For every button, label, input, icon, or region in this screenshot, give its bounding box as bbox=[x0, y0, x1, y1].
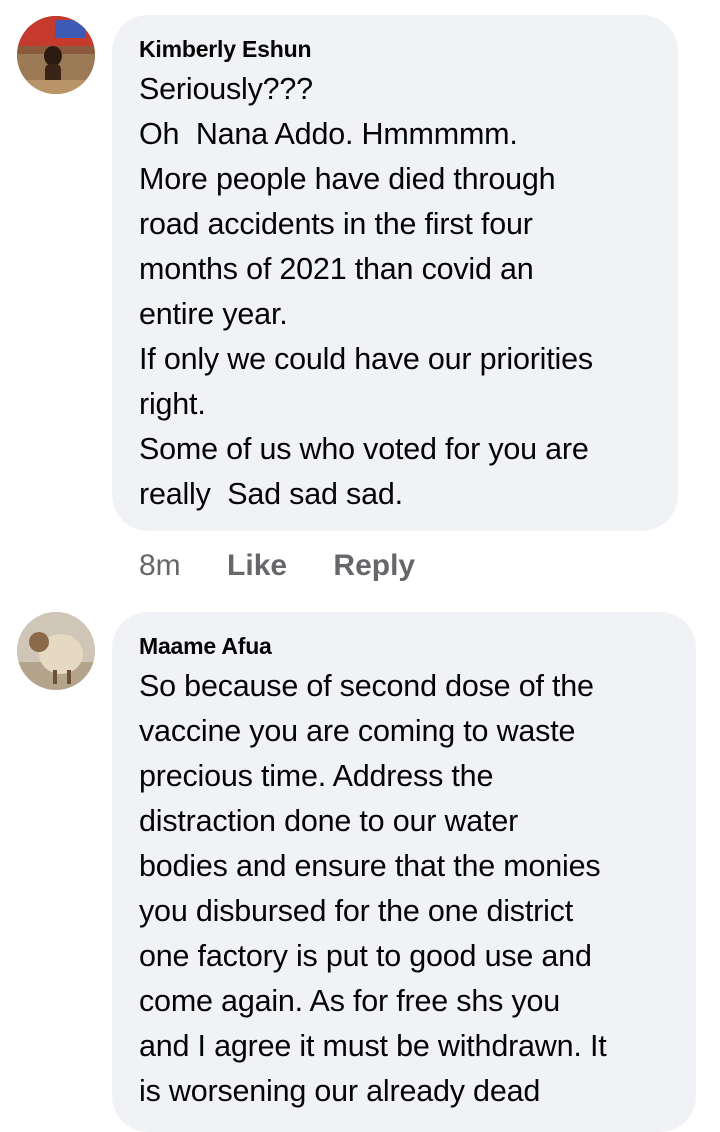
comment-text-line: vaccine you are coming to waste bbox=[139, 714, 576, 748]
comment-bubble: Maame Afua So because of second dose of … bbox=[112, 612, 696, 1132]
comment-bubble: Kimberly Eshun Seriously??? Oh Nana Addo… bbox=[112, 15, 678, 531]
comment-text-line: and I agree it must be withdrawn. It bbox=[139, 1029, 607, 1063]
comment-text-line: you disbursed for the one district bbox=[139, 894, 573, 928]
like-button[interactable]: Like bbox=[227, 549, 287, 582]
comment-author[interactable]: Kimberly Eshun bbox=[139, 35, 652, 63]
comment-text-line: is worsening our already dead bbox=[139, 1074, 541, 1108]
comment-text-line: bodies and ensure that the monies bbox=[139, 849, 601, 883]
avatar[interactable] bbox=[17, 612, 95, 690]
comment-text-line: really Sad sad sad. bbox=[139, 477, 403, 511]
comment-text-line: one factory is put to good use and bbox=[139, 939, 592, 973]
comment-text-line: precious time. Address the bbox=[139, 759, 494, 793]
comment-actions: 8m Like Reply bbox=[139, 546, 415, 586]
comment-text-line: Oh Nana Addo. Hmmmmm. bbox=[139, 117, 518, 151]
reply-button[interactable]: Reply bbox=[333, 549, 415, 582]
comment-text-line: If only we could have our priorities bbox=[139, 342, 593, 376]
comment-text-line: entire year. bbox=[139, 297, 288, 331]
avatar-photo bbox=[17, 16, 95, 94]
comment-text-line: Some of us who voted for you are bbox=[139, 432, 589, 466]
comment-text-line: months of 2021 than covid an bbox=[139, 252, 534, 286]
comment-author[interactable]: Maame Afua bbox=[139, 632, 670, 660]
comment-maame-afua: Maame Afua So because of second dose of … bbox=[0, 600, 720, 1132]
comment-text-line: Seriously??? bbox=[139, 72, 313, 106]
comment-text-line: More people have died through bbox=[139, 162, 556, 196]
avatar-photo bbox=[17, 612, 95, 690]
comment-timestamp[interactable]: 8m bbox=[139, 549, 181, 582]
comment-text-line: So because of second dose of the bbox=[139, 669, 594, 703]
comment-kimberly-eshun: Kimberly Eshun Seriously??? Oh Nana Addo… bbox=[0, 0, 720, 600]
comment-text-line: come again. As for free shs you bbox=[139, 984, 561, 1018]
avatar[interactable] bbox=[17, 16, 95, 94]
comment-text-line: distraction done to our water bbox=[139, 804, 519, 838]
comment-text-line: right. bbox=[139, 387, 206, 421]
comment-text-line: road accidents in the first four bbox=[139, 207, 533, 241]
